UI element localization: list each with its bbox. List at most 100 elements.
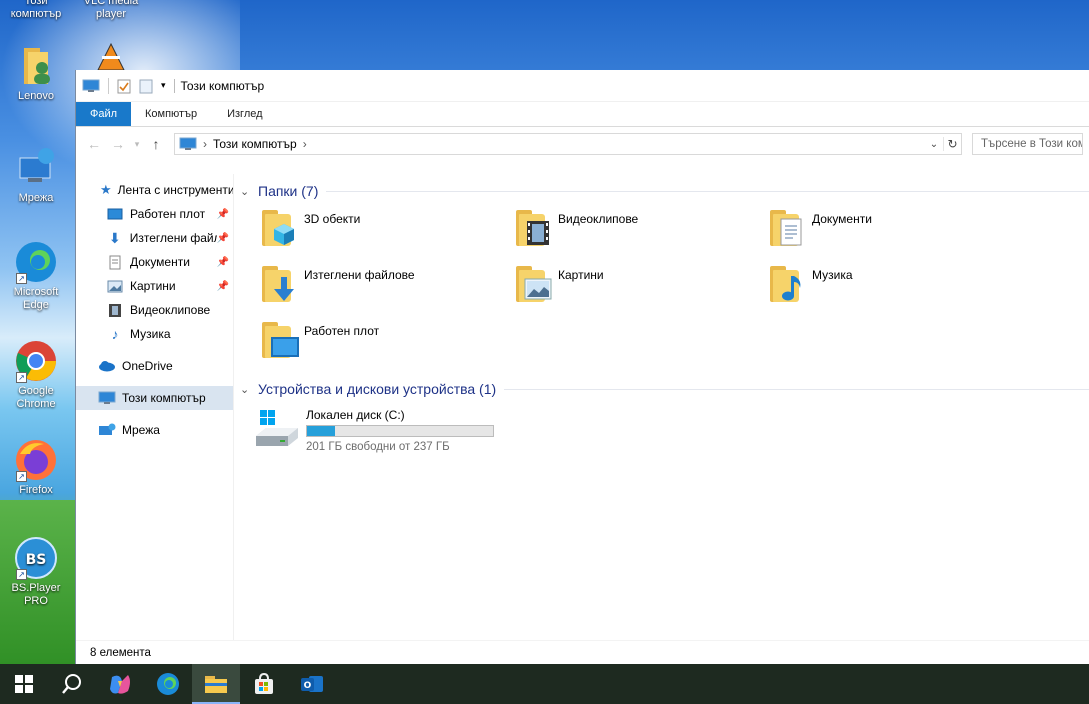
sidebar-item-label: Изтеглени файлове	[129, 231, 217, 245]
folder-label: Картини	[558, 268, 604, 282]
desktop-icon-label: Мрежа	[18, 192, 54, 204]
desktop-icon-lenovo[interactable]: Lenovo	[0, 44, 72, 103]
content-pane: ⌄ Папки (7) 3D обекти Видеоклипове Докум…	[234, 174, 1089, 640]
recent-dropdown-icon[interactable]: ▾	[130, 139, 144, 150]
devices-header-label: Устройства и дискови устройства (1)	[258, 381, 497, 397]
chevron-right-icon[interactable]: ›	[303, 137, 307, 151]
pin-icon[interactable]: 📌	[217, 209, 229, 220]
quick-access-dropdown-icon[interactable]: ▾	[161, 80, 166, 91]
folder-item-desktop[interactable]: Работен плот	[258, 318, 512, 374]
forward-arrow-icon[interactable]: →	[106, 136, 130, 152]
desktop-icon-bsplayer[interactable]: BS ↗ BS.Player PRO	[0, 536, 72, 608]
folder-label: Изтеглени файлове	[304, 268, 415, 282]
chrome-icon: ↗	[14, 339, 58, 383]
sidebar-item-quick-access[interactable]: ★ Лента с инструменти	[76, 178, 233, 202]
shortcut-arrow-icon: ↗	[16, 372, 27, 383]
desktop-icon-label: Microsoft Edge	[13, 286, 59, 311]
devices-group-header[interactable]: ⌄ Устройства и дискови устройства (1)	[240, 378, 1089, 400]
desktop-icon-firefox[interactable]: ↗ Firefox	[0, 438, 72, 497]
drive-usage-bar	[306, 425, 494, 437]
search-placeholder: Търсене в Този компютър	[981, 138, 1082, 150]
sidebar-item-desktop[interactable]: Работен плот 📌	[76, 202, 233, 226]
divider	[173, 78, 175, 93]
new-folder-icon[interactable]	[139, 78, 153, 94]
breadcrumb-this-pc[interactable]: Този компютър	[213, 137, 297, 151]
folder-label: Видеоклипове	[558, 212, 639, 226]
video-icon	[512, 206, 556, 250]
svg-text:BS: BS	[26, 552, 47, 568]
sidebar-item-pictures[interactable]: Картини 📌	[76, 274, 233, 298]
sidebar-item-documents[interactable]: Документи 📌	[76, 250, 233, 274]
sidebar-item-label: Работен плот	[130, 207, 206, 221]
file-explorer-taskbar-button[interactable]	[192, 664, 240, 704]
navigation-pane: ★ Лента с инструменти Работен плот 📌 ⬇ И…	[76, 174, 234, 640]
hard-drive-icon	[254, 408, 300, 452]
properties-icon[interactable]	[108, 77, 131, 94]
cloud-icon	[98, 358, 116, 374]
store-taskbar-button[interactable]	[240, 664, 288, 704]
desktop-icon	[106, 206, 124, 222]
edge-taskbar-button[interactable]	[144, 664, 192, 704]
start-button[interactable]	[0, 664, 48, 704]
back-arrow-icon[interactable]: ←	[82, 136, 106, 152]
sidebar-item-label: Този компютър	[122, 391, 206, 405]
desktop-icon-this-pc[interactable]: Този компютър	[0, 0, 72, 21]
windows-logo-icon	[15, 675, 33, 693]
folder-item-videos[interactable]: Видеоклипове	[512, 206, 766, 262]
folder-item-documents[interactable]: Документи	[766, 206, 1020, 262]
sidebar-item-onedrive[interactable]: OneDrive	[76, 354, 233, 378]
sidebar-item-downloads[interactable]: ⬇ Изтеглени файлове 📌	[76, 226, 233, 250]
copilot-icon	[110, 675, 130, 694]
computer-icon	[98, 390, 116, 406]
refresh-icon[interactable]: ↻	[943, 137, 961, 151]
folder-item-music[interactable]: Музика	[766, 262, 1020, 318]
up-arrow-icon[interactable]: ↑	[144, 136, 168, 152]
pictures-icon	[106, 278, 124, 294]
sidebar-item-label: Документи	[130, 255, 190, 269]
vlc-icon	[89, 0, 133, 2]
navigation-bar: ← → ▾ ↑ › Този компютър › ⌄ ↻ Търсене в …	[76, 127, 1089, 161]
sidebar-item-label: Картини	[130, 279, 176, 293]
tab-view[interactable]: Изглед	[211, 102, 276, 126]
chevron-down-icon[interactable]: ⌄	[240, 383, 254, 396]
desktop-icon-chrome[interactable]: ↗ Google Chrome	[0, 339, 72, 411]
sidebar-item-network[interactable]: Мрежа	[76, 418, 233, 442]
computer-icon	[82, 79, 100, 93]
sidebar-item-this-pc[interactable]: Този компютър	[76, 386, 233, 410]
chevron-down-icon[interactable]: ⌄	[240, 185, 254, 198]
bsplayer-icon: BS ↗	[14, 536, 58, 580]
3d-objects-icon	[258, 206, 302, 250]
sidebar-item-music[interactable]: ♪ Музика	[76, 322, 233, 346]
desktop-icon-label: VLC media player	[83, 0, 139, 20]
pin-icon[interactable]: 📌	[217, 233, 229, 244]
shortcut-arrow-icon: ↗	[16, 273, 27, 284]
desktop-icon-edge[interactable]: ↗ Microsoft Edge	[0, 240, 72, 312]
chevron-right-icon[interactable]: ›	[203, 137, 207, 151]
star-icon: ★	[100, 182, 112, 197]
sidebar-item-videos[interactable]: Видеоклипове	[76, 298, 233, 322]
desktop-icon-vlc[interactable]: VLC media player	[75, 0, 147, 21]
folders-group-header[interactable]: ⌄ Папки (7)	[240, 180, 1089, 202]
desktop-icon-label: Lenovo	[17, 90, 55, 102]
desktop-icon-label: BS.Player PRO	[11, 582, 61, 607]
pin-icon[interactable]: 📌	[217, 257, 229, 268]
search-icon	[62, 674, 81, 694]
search-input[interactable]: Търсене в Този компютър	[972, 133, 1083, 155]
folder-grid: 3D обекти Видеоклипове Документи Изтегле…	[240, 206, 1089, 374]
pictures-icon	[512, 262, 556, 306]
copilot-button[interactable]	[96, 664, 144, 704]
folder-item-pictures[interactable]: Картини	[512, 262, 766, 318]
folder-item-downloads[interactable]: Изтеглени файлове	[258, 262, 512, 318]
pin-icon[interactable]: 📌	[217, 281, 229, 292]
network-icon	[98, 422, 116, 438]
tab-file[interactable]: Файл	[76, 102, 131, 126]
desktop-icon-network[interactable]: Мрежа	[0, 146, 72, 205]
address-dropdown-icon[interactable]: ⌄	[925, 139, 943, 150]
search-button[interactable]	[48, 664, 96, 704]
address-bar[interactable]: › Този компютър › ⌄ ↻	[174, 133, 962, 155]
drive-item-c[interactable]: Локален диск (C:) 201 ГБ свободни от 237…	[240, 408, 1089, 453]
tab-computer[interactable]: Компютър	[131, 102, 211, 126]
outlook-taskbar-button[interactable]: O	[288, 664, 336, 704]
network-icon	[14, 146, 58, 190]
folder-item-3d-objects[interactable]: 3D обекти	[258, 206, 512, 262]
